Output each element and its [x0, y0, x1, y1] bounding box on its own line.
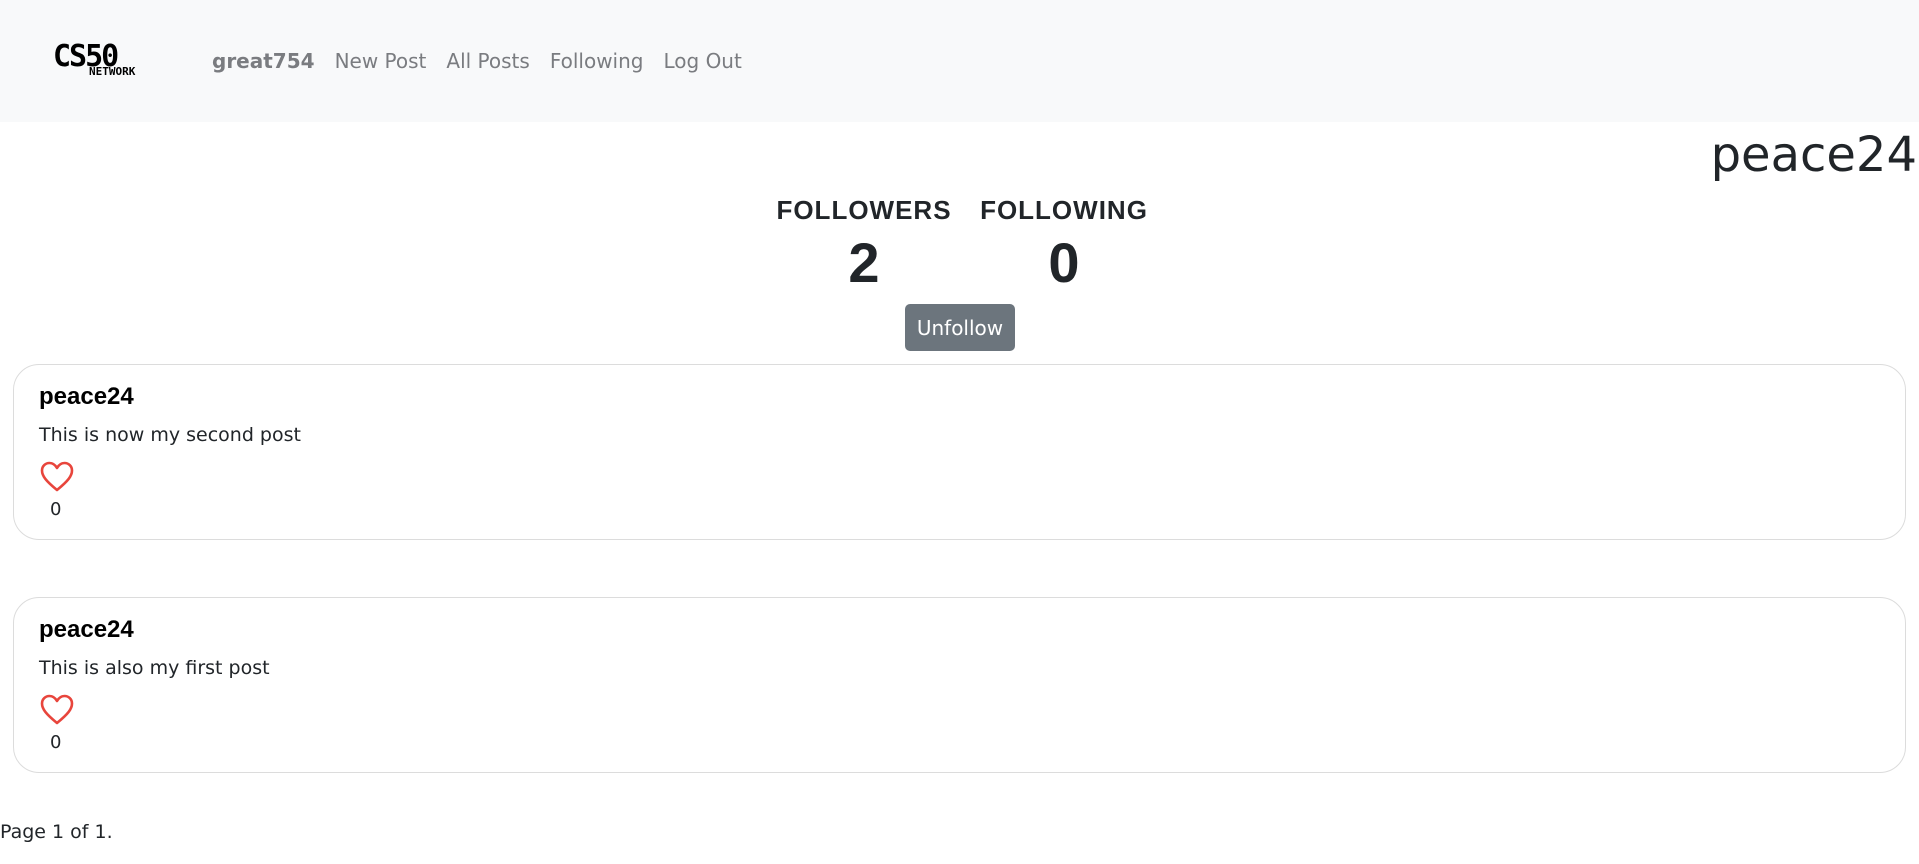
nav-link-new-post[interactable]: New Post: [335, 46, 427, 76]
post-author[interactable]: peace24: [39, 613, 134, 647]
post-content: This is also my first post: [39, 657, 270, 679]
following-stat: FOLLOWING 0: [966, 190, 1162, 296]
cs50-network-logo[interactable]: CS50 NETWORK: [53, 40, 151, 80]
followers-label: FOLLOWERS: [776, 195, 952, 225]
following-label: FOLLOWING: [980, 195, 1148, 225]
followers-count: 2: [848, 231, 880, 294]
heart-outline-icon[interactable]: [40, 461, 74, 493]
post-author[interactable]: peace24: [39, 380, 134, 414]
nav-link-log-out[interactable]: Log Out: [663, 46, 741, 76]
logo-subtext: NETWORK: [89, 65, 136, 78]
navbar: CS50 NETWORK great754 New Post All Posts…: [0, 0, 1919, 122]
followers-stat: FOLLOWERS 2: [760, 190, 968, 296]
profile-username: peace24: [1710, 127, 1917, 183]
post-card: peace24 This is now my second post 0: [13, 364, 1906, 540]
profile-stats: FOLLOWERS 2 FOLLOWING 0: [760, 190, 1160, 300]
like-count: 0: [50, 732, 62, 753]
nav-link-all-posts[interactable]: All Posts: [446, 46, 529, 76]
unfollow-button[interactable]: Unfollow: [905, 304, 1015, 351]
post-content: This is now my second post: [39, 424, 301, 446]
pagination-status: Page 1 of 1.: [0, 821, 113, 843]
nav-link-profile[interactable]: great754: [212, 46, 315, 76]
nav-links: great754 New Post All Posts Following Lo…: [212, 46, 742, 76]
post-card: peace24 This is also my first post 0: [13, 597, 1906, 773]
nav-link-following[interactable]: Following: [550, 46, 644, 76]
heart-outline-icon[interactable]: [40, 694, 74, 726]
following-count: 0: [1048, 231, 1080, 294]
like-count: 0: [50, 499, 62, 520]
